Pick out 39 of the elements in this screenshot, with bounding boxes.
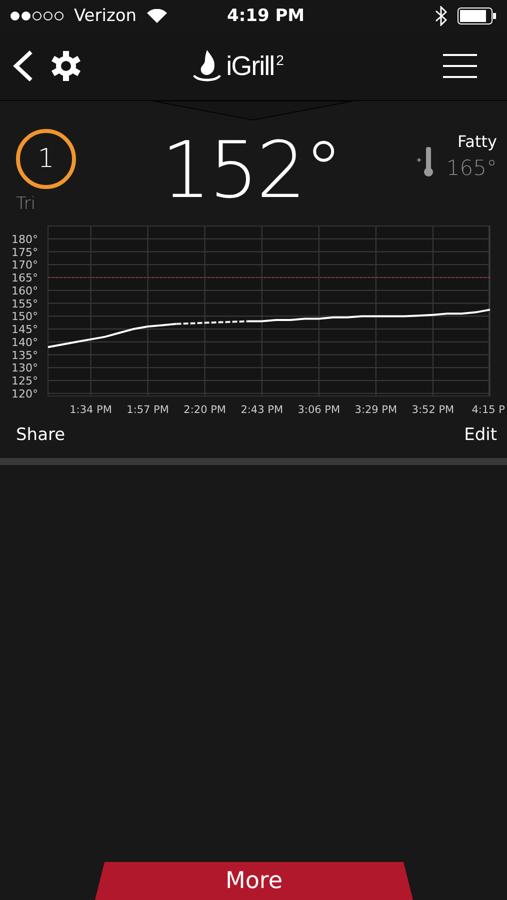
preset-name: Fatty <box>457 133 497 151</box>
back-icon[interactable] <box>12 50 34 82</box>
settings-icon[interactable] <box>50 50 82 82</box>
edit-button[interactable]: Edit <box>464 424 497 446</box>
y-axis-label: 155° <box>12 297 38 310</box>
x-axis-label: 1:57 PM <box>126 404 169 416</box>
y-axis-label: 165° <box>12 272 38 285</box>
more-button[interactable]: More <box>95 862 413 900</box>
y-axis-label: 135° <box>12 348 38 362</box>
x-axis-label: 1:34 PM <box>70 404 112 416</box>
y-axis-label: 120° <box>12 387 38 400</box>
y-axis-label: 160° <box>12 284 38 298</box>
flame-icon <box>192 49 222 83</box>
x-axis-label: 3:29 PM <box>354 404 398 416</box>
y-axis-label: 145° <box>12 323 38 336</box>
y-axis-label: 150° <box>12 310 38 324</box>
x-axis-label: 3:06 PM <box>298 404 340 416</box>
app-logo: iGrill$^{2}$ <box>226 50 283 82</box>
target-temperature: 165° <box>446 156 497 180</box>
y-axis-label: 170° <box>12 258 38 272</box>
y-axis-label: 125° <box>12 374 38 388</box>
probe-number[interactable]: 1 <box>16 129 76 189</box>
y-axis-label: 130° <box>12 362 38 375</box>
bluetooth-icon <box>435 6 447 26</box>
status-time: 4:19 PM <box>227 6 305 26</box>
x-axis-label: 4:15 P <box>472 404 505 416</box>
carrier-name: Verizon <box>74 6 137 26</box>
probe-name: Tri <box>16 195 36 214</box>
y-axis-label: 180° <box>12 232 38 246</box>
battery-icon <box>457 7 497 25</box>
y-axis-label: 175° <box>12 246 38 259</box>
x-axis-label: 3:52 PM <box>412 404 454 416</box>
share-button[interactable]: Share <box>16 424 66 446</box>
wifi-icon <box>146 8 167 24</box>
menu-icon[interactable] <box>443 53 477 79</box>
current-temperature: 152° <box>161 129 342 215</box>
x-axis-label: 2:43 PM <box>240 404 284 416</box>
x-axis-label: 2:20 PM <box>184 404 226 416</box>
y-axis-label: 140° <box>12 336 38 349</box>
